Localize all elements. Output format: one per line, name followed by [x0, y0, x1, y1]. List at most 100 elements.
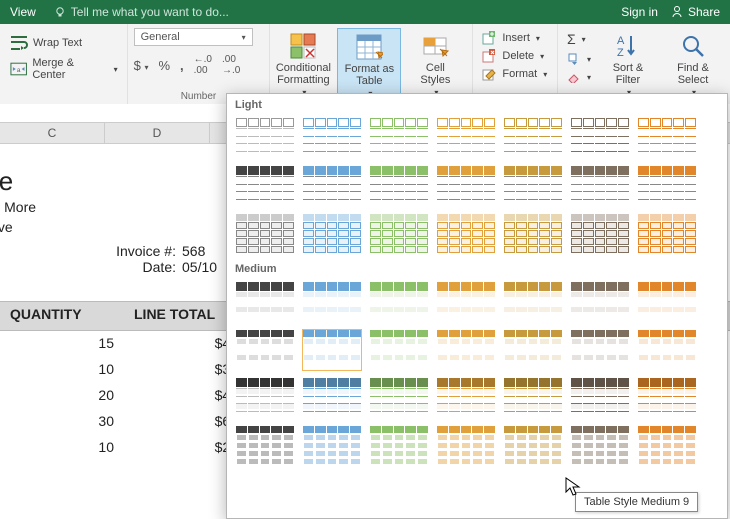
table-style-swatch[interactable] [369, 329, 429, 371]
table-style-swatch[interactable] [570, 329, 630, 371]
gallery-section-medium: Medium [227, 258, 727, 278]
column-header[interactable]: D [105, 123, 210, 143]
table-style-swatch[interactable] [302, 329, 362, 371]
insert-cells-button[interactable]: Insert▾ [479, 30, 551, 46]
gallery-section-light: Light [227, 94, 727, 114]
table-style-swatch[interactable] [302, 165, 362, 207]
table-style-swatch[interactable] [570, 165, 630, 207]
table-style-swatch[interactable] [369, 165, 429, 207]
table-style-swatch[interactable] [369, 377, 429, 419]
svg-text:a: a [17, 67, 21, 74]
cursor-icon [565, 477, 581, 497]
table-style-swatch[interactable] [637, 377, 697, 419]
table-style-swatch[interactable] [436, 377, 496, 419]
table-style-swatch[interactable] [235, 425, 295, 467]
table-style-swatch[interactable] [436, 281, 496, 323]
wrap-text-button[interactable]: Wrap Text [6, 32, 121, 54]
table-style-swatch[interactable] [637, 117, 697, 159]
wrap-text-icon [9, 33, 29, 53]
merge-center-icon: a [9, 59, 28, 79]
table-style-swatch[interactable] [503, 213, 563, 255]
table-style-swatch[interactable] [235, 213, 295, 255]
decrease-decimal-button[interactable]: .00→.0 [222, 54, 240, 76]
increase-decimal-button[interactable]: ←.0.00 [194, 54, 212, 76]
table-style-swatch[interactable] [637, 213, 697, 255]
clear-icon [567, 71, 581, 83]
cell-quantity[interactable]: 10 [0, 357, 124, 383]
table-style-swatch[interactable] [302, 377, 362, 419]
tell-me-placeholder: Tell me what you want to do... [71, 5, 229, 19]
table-style-swatch[interactable] [369, 425, 429, 467]
sort-filter-button[interactable]: AZ Sort & Filter▾ [597, 28, 659, 97]
table-style-swatch[interactable] [369, 281, 429, 323]
clear-button[interactable]: ▾ [564, 70, 594, 84]
table-style-swatch[interactable] [503, 329, 563, 371]
table-style-swatch[interactable] [637, 165, 697, 207]
cell-quantity[interactable]: 30 [0, 409, 124, 435]
table-style-swatch[interactable] [235, 117, 295, 159]
table-style-swatch[interactable] [570, 117, 630, 159]
table-style-swatch[interactable] [235, 329, 295, 371]
meta-label: Date: [104, 259, 176, 275]
find-select-icon [679, 32, 707, 60]
table-style-swatch[interactable] [302, 425, 362, 467]
table-style-swatch[interactable] [503, 377, 563, 419]
format-cells-button[interactable]: Format▾ [479, 66, 551, 82]
svg-text:Z: Z [617, 47, 624, 59]
cell-quantity[interactable]: 20 [0, 383, 124, 409]
table-style-swatch[interactable] [570, 213, 630, 255]
tell-me-search[interactable]: Tell me what you want to do... [54, 5, 229, 19]
table-style-swatch[interactable] [637, 425, 697, 467]
autosum-button[interactable]: Σ ▾ [564, 30, 594, 48]
table-style-swatch[interactable] [503, 425, 563, 467]
table-style-swatch[interactable] [436, 329, 496, 371]
meta-value: 05/10 [182, 259, 217, 275]
table-style-swatch[interactable] [503, 281, 563, 323]
number-format-dropdown[interactable]: General▾ [134, 28, 253, 46]
table-style-swatch[interactable] [235, 165, 295, 207]
insert-icon [482, 31, 498, 45]
table-style-swatch[interactable] [369, 117, 429, 159]
fill-button[interactable]: ▾ [564, 52, 594, 66]
conditional-formatting-icon [289, 32, 317, 60]
table-style-swatch[interactable] [302, 213, 362, 255]
share-button[interactable]: Share [670, 5, 720, 19]
cell-quantity[interactable]: 15 [0, 331, 124, 357]
share-icon [670, 5, 684, 19]
merge-center-button[interactable]: a Merge & Center▾ [6, 56, 121, 82]
cell-styles-button[interactable]: Cell Styles▾ [404, 28, 466, 97]
table-style-swatch[interactable] [436, 213, 496, 255]
format-as-table-button[interactable]: Format as Table▾ [337, 28, 401, 99]
table-style-swatch[interactable] [369, 213, 429, 255]
table-style-swatch[interactable] [570, 377, 630, 419]
sign-in-link[interactable]: Sign in [621, 5, 658, 19]
conditional-formatting-button[interactable]: Conditional Formatting▾ [272, 28, 334, 97]
comma-format-button[interactable]: , [180, 58, 184, 73]
find-select-button[interactable]: Find & Select▾ [662, 28, 724, 97]
table-style-swatch[interactable] [235, 377, 295, 419]
accounting-format-button[interactable]: $ ▾ [134, 58, 149, 73]
meta-value: 568 [182, 243, 205, 259]
lightbulb-icon [54, 6, 66, 18]
format-as-table-icon [355, 33, 383, 61]
cell-quantity[interactable]: 10 [0, 435, 124, 461]
table-style-swatch[interactable] [302, 117, 362, 159]
table-style-swatch[interactable] [503, 117, 563, 159]
table-style-swatch[interactable] [503, 165, 563, 207]
delete-cells-button[interactable]: Delete▾ [479, 48, 551, 64]
percent-format-button[interactable]: % [158, 58, 170, 73]
ribbon-tab-view[interactable]: View [10, 5, 36, 19]
table-style-swatch[interactable] [637, 281, 697, 323]
cell-styles-icon [421, 32, 449, 60]
column-header[interactable]: C [0, 123, 105, 143]
table-style-swatch[interactable] [235, 281, 295, 323]
table-style-swatch[interactable] [436, 117, 496, 159]
table-style-swatch[interactable] [570, 281, 630, 323]
table-style-swatch[interactable] [570, 425, 630, 467]
table-style-swatch[interactable] [436, 425, 496, 467]
table-style-swatch[interactable] [302, 281, 362, 323]
chevron-down-icon: ▾ [114, 65, 118, 74]
meta-label: Invoice #: [104, 243, 176, 259]
table-style-swatch[interactable] [436, 165, 496, 207]
table-style-swatch[interactable] [637, 329, 697, 371]
